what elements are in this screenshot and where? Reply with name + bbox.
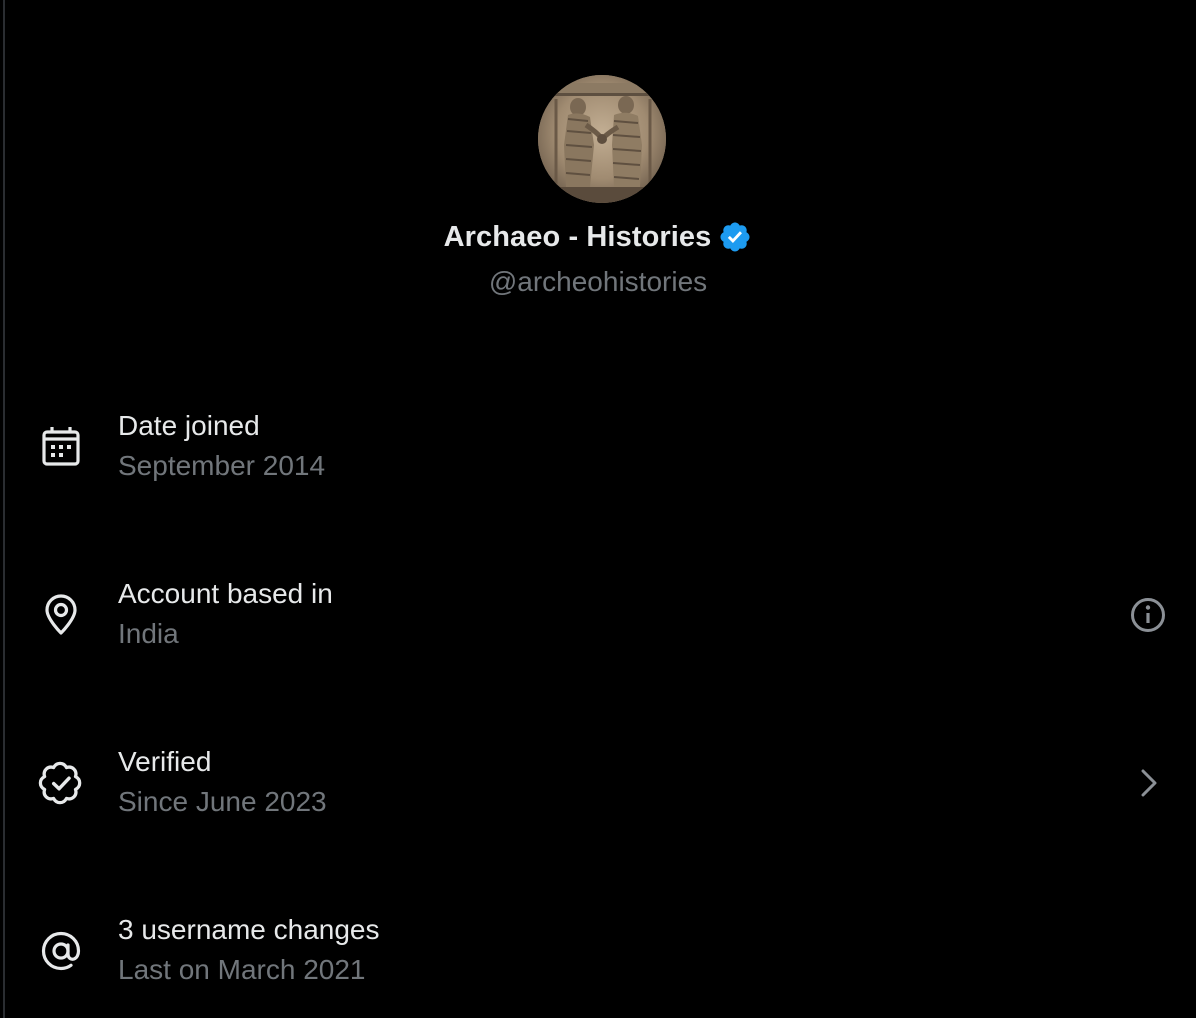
verified-badge-icon[interactable] — [718, 220, 752, 254]
username-handle: @archeohistories — [488, 266, 708, 297]
display-name: Archaeo - Histories — [443, 220, 712, 253]
row-subtitle: Since June 2023 — [118, 786, 327, 817]
row-subtitle: Last on March 2021 — [118, 954, 366, 985]
calendar-icon — [38, 422, 84, 468]
info-icon[interactable] — [1128, 595, 1168, 635]
chevron-right-icon[interactable] — [1128, 763, 1168, 803]
account-info-page: Archaeo - Histories @archeohistories Dat… — [0, 0, 1196, 1018]
info-row-verified[interactable]: Verified Since June 2023 — [0, 736, 1196, 856]
row-title: Verified — [118, 746, 212, 777]
at-sign-icon — [38, 928, 84, 974]
display-name-row: Archaeo - Histories — [0, 220, 1196, 254]
verified-check-icon — [38, 760, 84, 806]
avatar[interactable] — [538, 75, 666, 203]
row-title: Account based in — [118, 578, 333, 609]
info-row-account-based-in: Account based in India — [0, 568, 1196, 688]
location-pin-icon — [38, 592, 84, 638]
info-row-date-joined: Date joined September 2014 — [0, 400, 1196, 520]
avatar-relief-image — [538, 75, 666, 203]
row-title: 3 username changes — [118, 914, 380, 945]
row-title: Date joined — [118, 410, 260, 441]
row-subtitle: September 2014 — [118, 450, 326, 481]
info-row-username-changes: 3 username changes Last on March 2021 — [0, 904, 1196, 1018]
row-subtitle: India — [118, 618, 179, 649]
